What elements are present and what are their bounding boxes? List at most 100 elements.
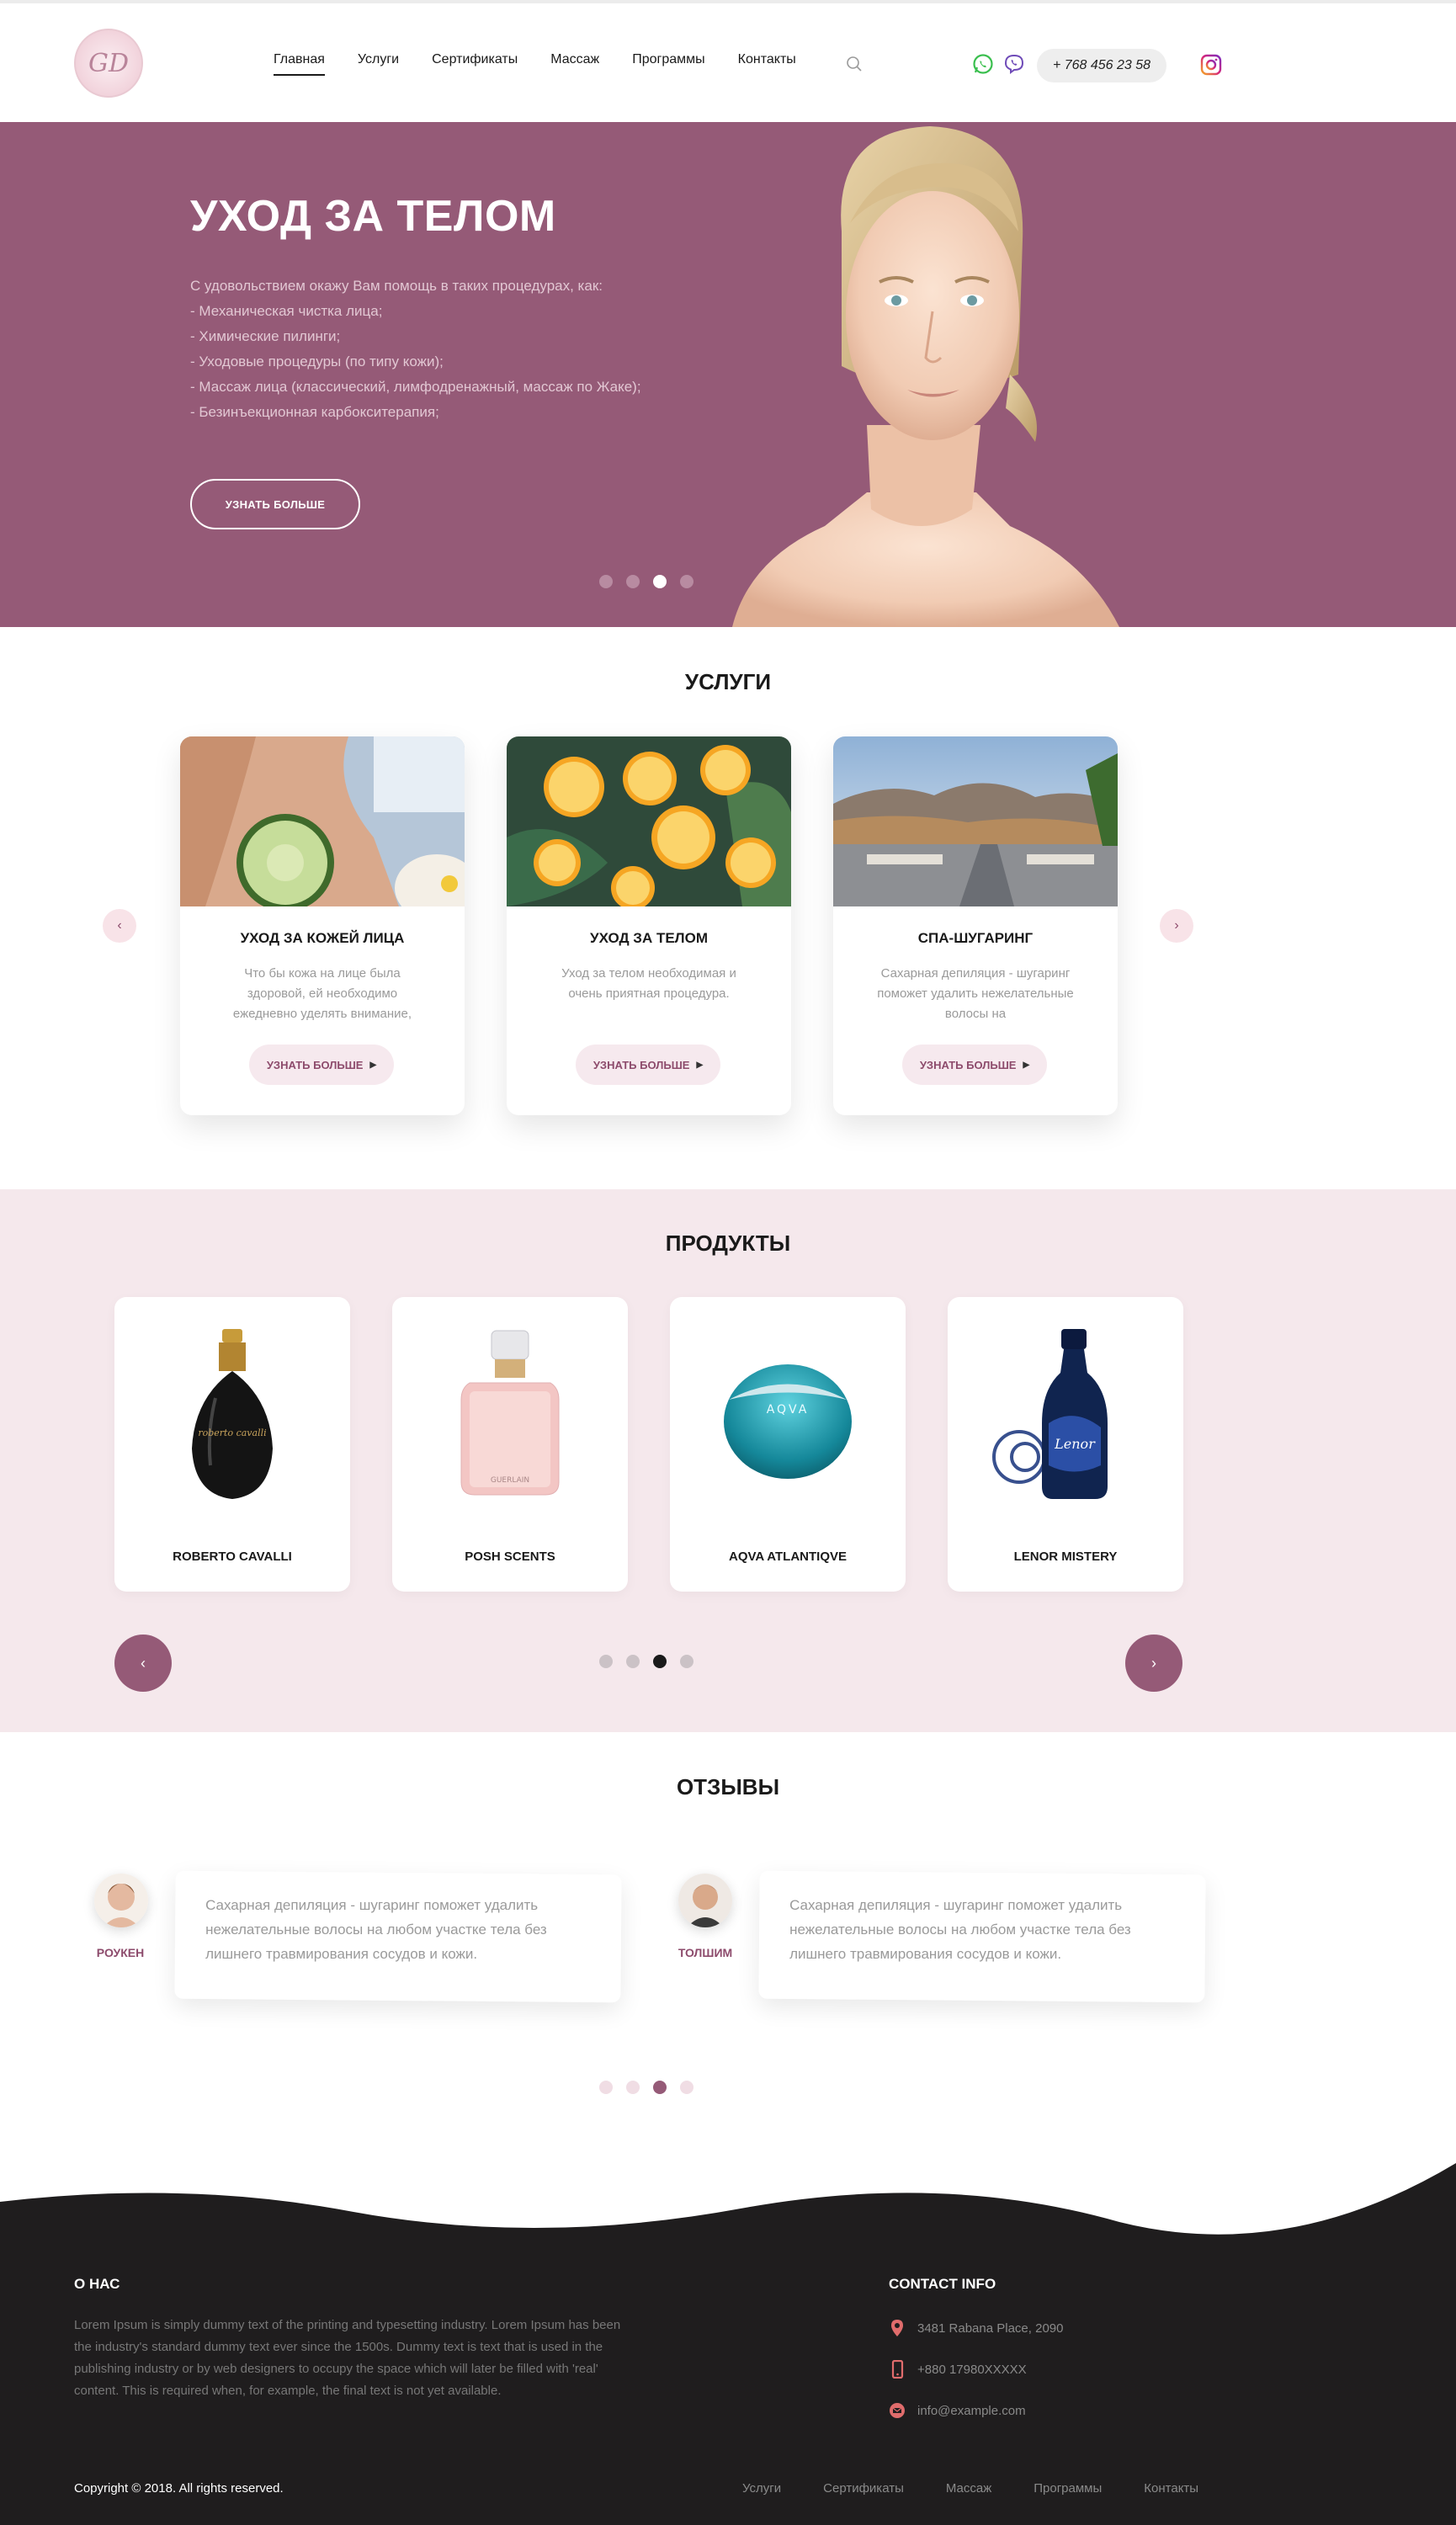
slider-dot[interactable]: [599, 2081, 613, 2094]
phone-text[interactable]: +880 17980XXXXX: [917, 2363, 1027, 2377]
service-learn-more-button[interactable]: УЗНАТЬ БОЛЬШЕ ▶: [576, 1045, 720, 1085]
footer-nav-massage[interactable]: Массаж: [946, 2481, 991, 2496]
address-text: 3481 Rabana Place, 2090: [917, 2320, 1064, 2336]
hero-description: С удовольствием окажу Вам помощь в таких…: [190, 274, 729, 425]
slider-dot[interactable]: [599, 1655, 613, 1668]
posh-scents-bottle-image: GUERLAIN: [460, 1330, 560, 1496]
search-icon[interactable]: [846, 56, 863, 72]
nav-item-massage[interactable]: Массаж: [550, 52, 599, 76]
hero-list-item: - Химические пилинги;: [190, 328, 341, 344]
product-card[interactable]: GUERLAIN POSH SCENTS: [392, 1297, 628, 1592]
service-card-text: Что бы кожа на лице была здоровой, ей не…: [232, 966, 412, 1021]
products-slider-dots: [599, 1655, 693, 1668]
nav-item-services[interactable]: Услуги: [358, 52, 399, 76]
hero-list-item: - Массаж лица (классический, лимфодренаж…: [190, 379, 641, 395]
service-button-label: УЗНАТЬ БОЛЬШЕ: [266, 1058, 364, 1071]
product-card[interactable]: roberto cavalli ROBERTO CAVALLI: [114, 1297, 350, 1592]
slider-dot-active[interactable]: [653, 575, 667, 588]
footer-wave: [0, 2163, 1456, 2264]
email-text[interactable]: info@example.com: [917, 2404, 1026, 2418]
face-care-image: [180, 736, 465, 906]
mobile-phone-icon: [891, 2360, 904, 2379]
slider-dot-active[interactable]: [653, 1655, 667, 1668]
reviewer-name: РОУКЕН: [96, 1946, 145, 1959]
products-prev-arrow[interactable]: ‹: [114, 1635, 172, 1692]
slider-dot[interactable]: [680, 575, 693, 588]
viber-icon[interactable]: [1003, 53, 1025, 75]
svg-text:GUERLAIN: GUERLAIN: [491, 1476, 529, 1485]
footer-nav-programs[interactable]: Программы: [1034, 2481, 1102, 2496]
product-name: LENOR MISTERY: [1013, 1550, 1118, 1564]
product-card[interactable]: AQVA AQVA ATLANTIQVE: [670, 1297, 906, 1592]
whatsapp-icon[interactable]: [972, 53, 994, 75]
header: GD Главная Услуги Сертификаты Массаж Про…: [0, 3, 1456, 122]
service-card-title: УХОД ЗА КОЖЕЙ ЛИЦА: [240, 930, 405, 946]
main-nav: Главная Услуги Сертификаты Массаж Програ…: [274, 52, 829, 76]
slider-dot[interactable]: [680, 1655, 693, 1668]
roberto-cavalli-bottle-image: roberto cavalli: [192, 1329, 273, 1499]
product-card[interactable]: Lenor LENOR MISTERY: [948, 1297, 1183, 1592]
page: GD Главная Услуги Сертификаты Массаж Про…: [0, 0, 1456, 2525]
footer-nav-contacts[interactable]: Контакты: [1144, 2481, 1198, 2496]
reviews-slider-dots: [599, 2081, 693, 2094]
products-next-arrow[interactable]: ›: [1125, 1635, 1182, 1692]
nav-item-contacts[interactable]: Контакты: [738, 52, 796, 76]
hero-list-item: - Безинъекционная карбокситерапия;: [190, 404, 439, 420]
reviewer-name: ТОЛШИМ: [678, 1946, 733, 1959]
nav-item-programs[interactable]: Программы: [632, 52, 704, 76]
services-prev-arrow[interactable]: ‹: [103, 909, 136, 943]
hero-title: УХОД ЗА ТЕЛОМ: [190, 192, 556, 241]
product-name: POSH SCENTS: [465, 1550, 555, 1564]
product-name: AQVA ATLANTIQVE: [729, 1550, 847, 1564]
reviewer-avatar: [94, 1874, 148, 1927]
instagram-icon[interactable]: [1200, 54, 1222, 76]
contact-phone: +880 17980XXXXX: [889, 2360, 1027, 2379]
services-title: УСЛУГИ: [684, 669, 772, 694]
hero-list-item: - Уходовые процедуры (по типу кожи);: [190, 354, 444, 369]
footer-nav-certificates[interactable]: Сертификаты: [823, 2481, 904, 2496]
spa-sugaring-image: [833, 736, 1118, 906]
location-pin-icon: [891, 2320, 903, 2336]
product-name: ROBERTO CAVALLI: [173, 1550, 292, 1564]
footer-nav-services[interactable]: Услуги: [742, 2481, 781, 2496]
slider-dot[interactable]: [626, 1655, 640, 1668]
aqva-atlantiqve-bottle-image: AQVA: [724, 1364, 852, 1479]
service-learn-more-button[interactable]: УЗНАТЬ БОЛЬШЕ ▶: [902, 1045, 1047, 1085]
slider-dot[interactable]: [599, 575, 613, 588]
contact-title: CONTACT INFO: [889, 2276, 996, 2292]
caret-right-icon: ▶: [696, 1060, 704, 1070]
nav-item-certificates[interactable]: Сертификаты: [432, 52, 518, 76]
reviews-title: ОТЗЫВЫ: [676, 1774, 780, 1799]
products-title: ПРОДУКТЫ: [665, 1231, 791, 1256]
email-icon: [890, 2403, 905, 2418]
nav-item-home[interactable]: Главная: [274, 52, 325, 76]
body-care-image: [507, 736, 791, 906]
phone-number[interactable]: + 768 456 23 58: [1037, 49, 1166, 82]
hero-banner: УХОД ЗА ТЕЛОМ С удовольствием окажу Вам …: [0, 122, 1456, 627]
service-card[interactable]: СПА-ШУГАРИНГ Сахарная депиляция - шугари…: [833, 736, 1118, 1115]
svg-text:AQVA: AQVA: [767, 1403, 810, 1417]
services-next-arrow[interactable]: ›: [1160, 909, 1193, 943]
contact-address: 3481 Rabana Place, 2090: [889, 2319, 1063, 2337]
slider-dot[interactable]: [626, 2081, 640, 2094]
logo[interactable]: GD: [74, 29, 143, 98]
service-card[interactable]: УХОД ЗА ТЕЛОМ Уход за телом необходимая …: [507, 736, 791, 1115]
review-bubble: Сахарная депиляция - шугаринг поможет уд…: [174, 1870, 622, 2003]
copyright: Copyright © 2018. All rights reserved.: [74, 2481, 284, 2496]
service-card[interactable]: УХОД ЗА КОЖЕЙ ЛИЦА Что бы кожа на лице б…: [180, 736, 465, 1115]
hero-learn-more-button[interactable]: УЗНАТЬ БОЛЬШЕ: [190, 479, 360, 529]
service-button-label: УЗНАТЬ БОЛЬШЕ: [592, 1058, 690, 1071]
hero-woman-image: [732, 126, 1119, 627]
service-card-text: Уход за телом необходимая и очень приятн…: [561, 966, 736, 1001]
service-card-title: УХОД ЗА ТЕЛОМ: [590, 930, 708, 946]
review-text: Сахарная депиляция - шугаринг поможет уд…: [205, 1897, 547, 1963]
service-learn-more-button[interactable]: УЗНАТЬ БОЛЬШЕ ▶: [249, 1045, 394, 1085]
hero-intro: С удовольствием окажу Вам помощь в таких…: [190, 278, 603, 294]
about-title: О НАС: [74, 2276, 120, 2292]
about-text: Lorem Ipsum is simply dummy text of the …: [74, 2318, 621, 2398]
footer-nav: Услуги Сертификаты Массаж Программы Конт…: [742, 2481, 1241, 2496]
slider-dot[interactable]: [680, 2081, 693, 2094]
slider-dot[interactable]: [626, 575, 640, 588]
slider-dot-active[interactable]: [653, 2081, 667, 2094]
logo-text: GD: [88, 48, 130, 78]
